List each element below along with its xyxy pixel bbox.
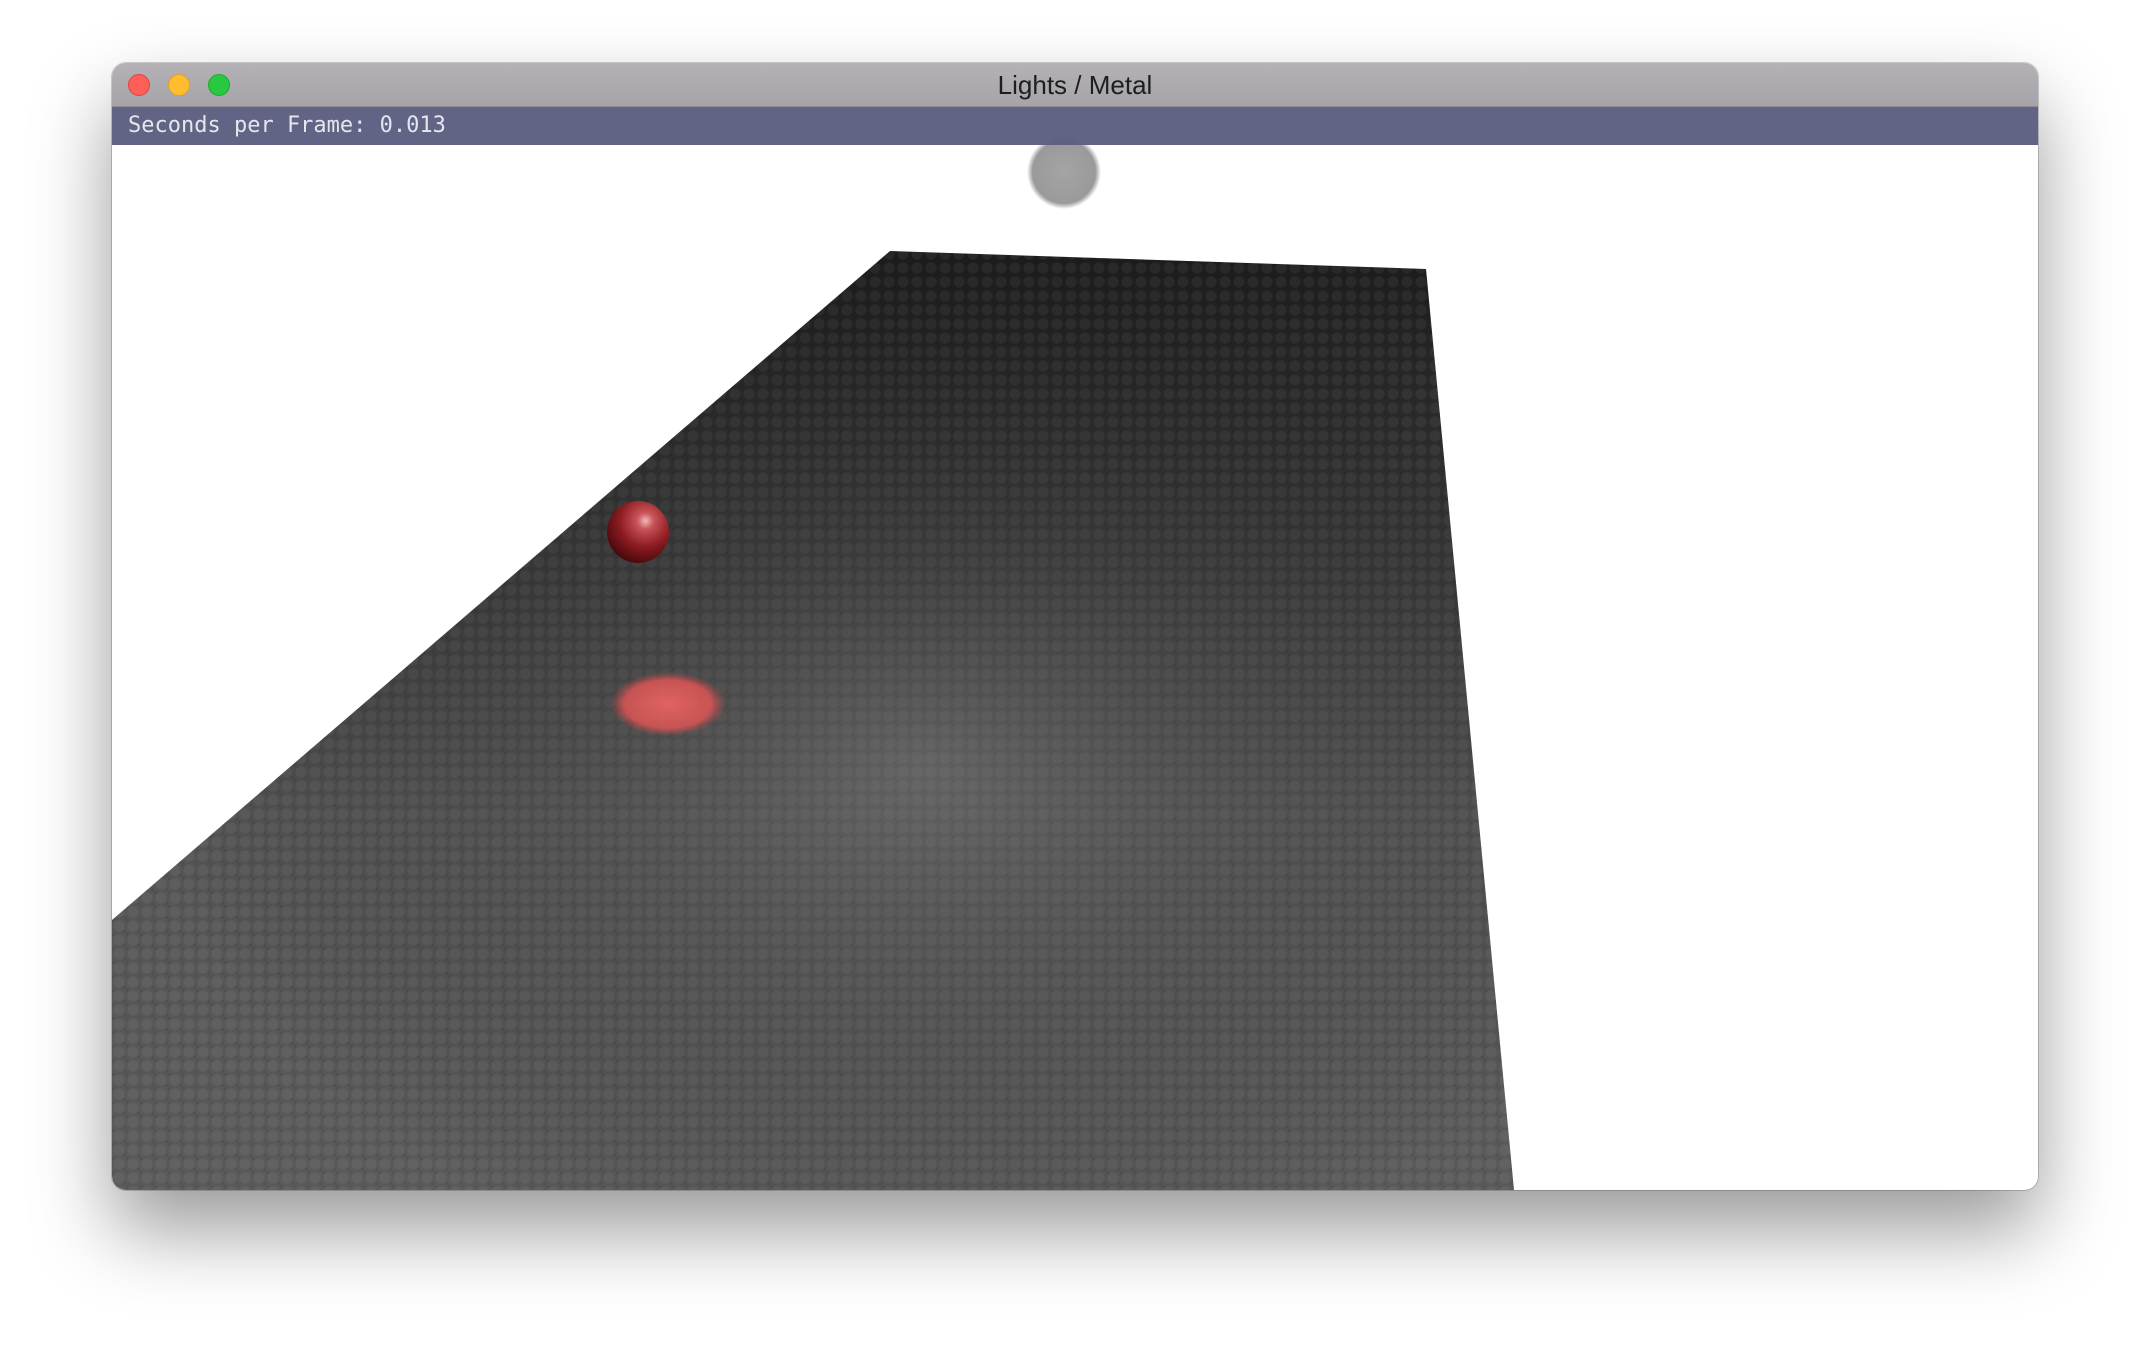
window-title: Lights / Metal <box>997 70 1153 100</box>
rendered-scene <box>112 135 1514 1190</box>
floor-plane <box>112 251 1514 1190</box>
desktop: Lights / Metal Seconds per Frame: 0.013 <box>0 0 2144 1348</box>
app-window: Lights / Metal Seconds per Frame: 0.013 <box>112 63 2038 1190</box>
light-spot <box>610 672 726 736</box>
stats-overlay: Seconds per Frame: 0.013 <box>112 107 2038 145</box>
metal-render-view[interactable]: Seconds per Frame: 0.013 <box>112 107 2038 1190</box>
red-sphere <box>607 501 669 563</box>
title-bar[interactable]: Lights / Metal <box>112 63 2038 107</box>
overhead-light <box>1027 135 1101 209</box>
seconds-per-frame-label: Seconds per Frame: 0.013 <box>128 113 446 138</box>
